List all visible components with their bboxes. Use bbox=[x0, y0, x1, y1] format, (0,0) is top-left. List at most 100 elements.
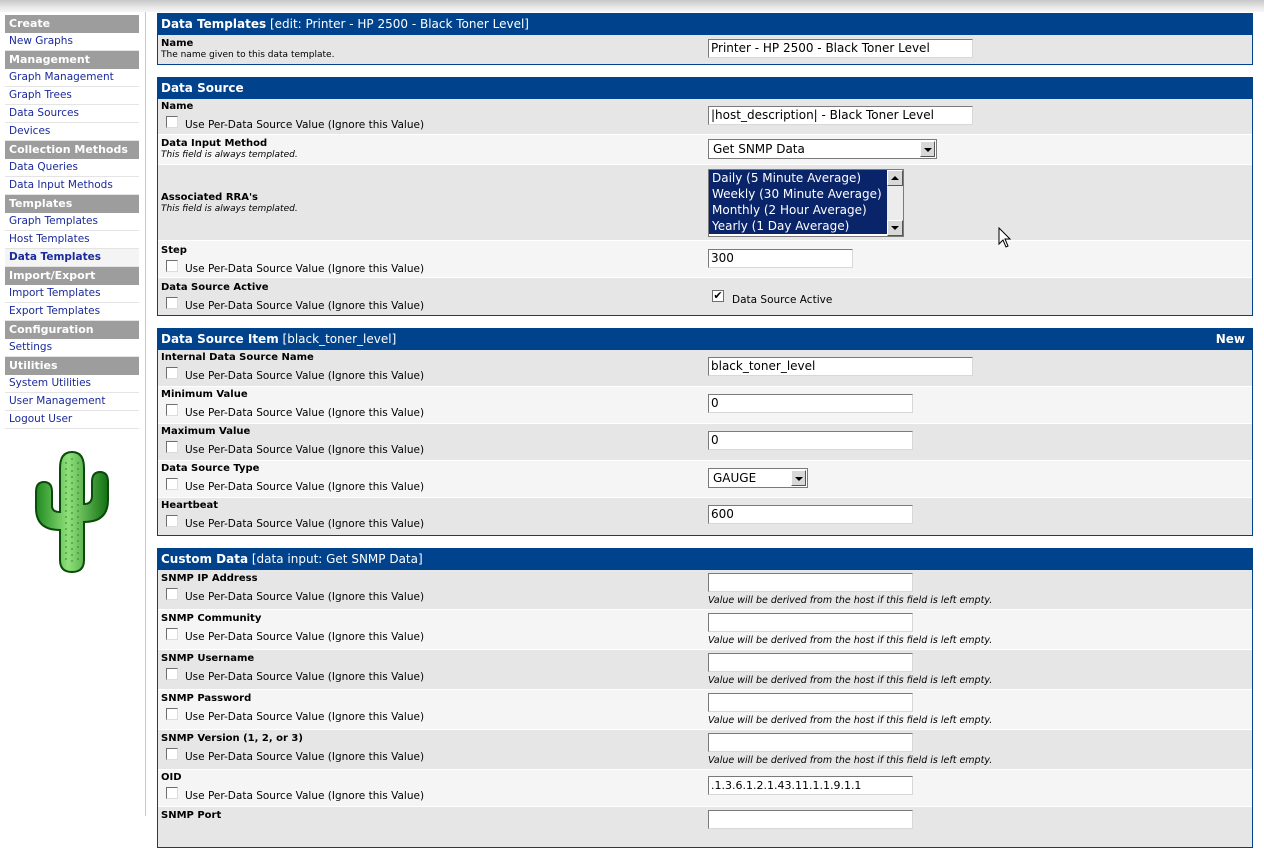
panel-subtitle: [data input: Get SNMP Data] bbox=[251, 552, 423, 566]
form-row: SNMP Password Use Per-Data Source Value … bbox=[158, 690, 1252, 730]
menu-header-utilities: Utilities bbox=[5, 357, 139, 375]
menu-item-new-graphs[interactable]: New Graphs bbox=[5, 33, 139, 51]
checkbox-icon[interactable] bbox=[166, 116, 178, 128]
per-ds-checkbox-label: Use Per-Data Source Value (Ignore this V… bbox=[185, 444, 425, 456]
form-row: Data Input Method This field is always t… bbox=[158, 135, 1252, 165]
panel-header: Data Source bbox=[158, 78, 1252, 99]
checkbox-icon[interactable] bbox=[166, 628, 178, 640]
snmp-ip-address-input[interactable] bbox=[708, 573, 913, 592]
menu-item-settings[interactable]: Settings bbox=[5, 339, 139, 357]
menu-item-graph-management[interactable]: Graph Management bbox=[5, 69, 139, 87]
panel-title: Custom Data bbox=[161, 552, 249, 566]
menu-item-import-templates[interactable]: Import Templates bbox=[5, 285, 139, 303]
associated-rras-listbox[interactable]: Daily (5 Minute Average) Weekly (30 Minu… bbox=[708, 169, 904, 237]
internal-ds-name-input[interactable]: black_toner_level bbox=[708, 357, 973, 376]
checkbox-icon[interactable] bbox=[166, 588, 178, 600]
data-source-panel: Data Source Name Use Per-Data Source Val… bbox=[157, 77, 1253, 316]
snmp-password-input[interactable] bbox=[708, 693, 913, 712]
derived-hint: Value will be derived from the host if t… bbox=[708, 595, 993, 606]
derived-hint: Value will be derived from the host if t… bbox=[708, 715, 993, 726]
snmp-version-input[interactable] bbox=[708, 733, 913, 752]
form-row: SNMP Community Use Per-Data Source Value… bbox=[158, 610, 1252, 650]
dropdown-arrow-icon[interactable] bbox=[791, 470, 806, 486]
template-name-input[interactable]: Printer - HP 2500 - Black Toner Level bbox=[708, 39, 973, 58]
per-ds-checkbox-label: Use Per-Data Source Value (Ignore this V… bbox=[185, 518, 425, 530]
menu-item-system-utilities[interactable]: System Utilities bbox=[5, 375, 139, 393]
snmp-community-input[interactable] bbox=[708, 613, 913, 632]
checkbox-icon[interactable] bbox=[166, 748, 178, 760]
per-ds-checkbox-label: Use Per-Data Source Value (Ignore this V… bbox=[185, 370, 425, 382]
rra-option[interactable]: Monthly (2 Hour Average) bbox=[709, 202, 887, 218]
minimum-value-input[interactable]: 0 bbox=[708, 394, 913, 413]
top-strip bbox=[0, 0, 1264, 12]
menu-item-data-queries[interactable]: Data Queries bbox=[5, 159, 139, 177]
menu-item-data-input-methods[interactable]: Data Input Methods bbox=[5, 177, 139, 195]
form-row: Internal Data Source Name Use Per-Data S… bbox=[158, 350, 1252, 387]
sidebar: Create New Graphs Management Graph Manag… bbox=[0, 12, 146, 816]
rra-option[interactable]: Weekly (30 Minute Average) bbox=[709, 186, 887, 202]
dropdown-arrow-icon[interactable] bbox=[920, 141, 935, 157]
panel-subtitle: [black_toner_level] bbox=[282, 332, 397, 346]
form-row: Name Use Per-Data Source Value (Ignore t… bbox=[158, 99, 1252, 135]
menu-item-devices[interactable]: Devices bbox=[5, 123, 139, 141]
menu-header-management: Management bbox=[5, 51, 139, 69]
field-label: Step bbox=[161, 245, 187, 256]
snmp-username-input[interactable] bbox=[708, 653, 913, 672]
panel-header: Data Templates [edit: Printer - HP 2500 … bbox=[158, 14, 1252, 35]
rra-option[interactable]: Daily (5 Minute Average) bbox=[709, 170, 887, 186]
per-ds-checkbox-label: Use Per-Data Source Value (Ignore this V… bbox=[185, 631, 425, 643]
menu-item-graph-trees[interactable]: Graph Trees bbox=[5, 87, 139, 105]
form-row: SNMP Version (1, 2, or 3) Use Per-Data S… bbox=[158, 730, 1252, 770]
field-label: Name bbox=[161, 38, 194, 49]
field-label: Maximum Value bbox=[161, 426, 251, 437]
data-source-active-checkbox[interactable]: ✔ bbox=[712, 290, 724, 302]
snmp-port-input[interactable] bbox=[708, 810, 913, 829]
form-row: OID Use Per-Data Source Value (Ignore th… bbox=[158, 770, 1252, 807]
menu-header-configuration: Configuration bbox=[5, 321, 139, 339]
field-label: SNMP Version (1, 2, or 3) bbox=[161, 733, 303, 744]
checkbox-icon[interactable] bbox=[166, 708, 178, 720]
checkbox-icon[interactable] bbox=[166, 367, 178, 379]
data-source-type-select[interactable]: GAUGE bbox=[708, 468, 808, 488]
data-source-item-panel: Data Source Item [black_toner_level] New… bbox=[157, 328, 1253, 536]
menu-item-logout-user[interactable]: Logout User bbox=[5, 411, 139, 429]
checkbox-icon[interactable] bbox=[166, 478, 178, 490]
checkbox-icon[interactable] bbox=[166, 404, 178, 416]
menu-item-data-templates[interactable]: Data Templates bbox=[5, 249, 139, 267]
field-description: This field is always templated. bbox=[161, 204, 298, 214]
rra-option[interactable]: Yearly (1 Day Average) bbox=[709, 218, 887, 234]
menu-item-host-templates[interactable]: Host Templates bbox=[5, 231, 139, 249]
menu-item-data-sources[interactable]: Data Sources bbox=[5, 105, 139, 123]
panel-header: Data Source Item [black_toner_level] New bbox=[158, 329, 1252, 350]
per-ds-checkbox-label: Use Per-Data Source Value (Ignore this V… bbox=[185, 263, 425, 275]
maximum-value-input[interactable]: 0 bbox=[708, 431, 913, 450]
checkbox-icon[interactable] bbox=[166, 668, 178, 680]
checkbox-icon[interactable] bbox=[166, 515, 178, 527]
checkbox-icon[interactable] bbox=[166, 297, 178, 309]
menu-item-user-management[interactable]: User Management bbox=[5, 393, 139, 411]
ds-name-input[interactable]: |host_description| - Black Toner Level bbox=[708, 106, 973, 125]
scroll-down-icon[interactable] bbox=[887, 220, 903, 236]
data-input-method-select[interactable]: Get SNMP Data bbox=[708, 139, 937, 159]
field-label: Minimum Value bbox=[161, 389, 248, 400]
menu-item-graph-templates[interactable]: Graph Templates bbox=[5, 213, 139, 231]
form-row: Data Source Active Use Per-Data Source V… bbox=[158, 278, 1252, 315]
checkbox-icon[interactable] bbox=[166, 260, 178, 272]
select-value: GAUGE bbox=[713, 471, 757, 485]
checkbox-icon[interactable] bbox=[166, 441, 178, 453]
heartbeat-input[interactable]: 600 bbox=[708, 505, 913, 524]
step-input[interactable]: 300 bbox=[708, 249, 853, 268]
per-ds-checkbox-label: Use Per-Data Source Value (Ignore this V… bbox=[185, 119, 425, 131]
menu-header-create: Create bbox=[5, 15, 139, 33]
menu-item-export-templates[interactable]: Export Templates bbox=[5, 303, 139, 321]
oid-input[interactable]: .1.3.6.1.2.1.43.11.1.1.9.1.1 bbox=[708, 776, 913, 795]
checkbox-icon[interactable] bbox=[166, 787, 178, 799]
form-row: SNMP IP Address Use Per-Data Source Valu… bbox=[158, 570, 1252, 610]
form-row: Heartbeat Use Per-Data Source Value (Ign… bbox=[158, 498, 1252, 535]
menu-header-collection-methods: Collection Methods bbox=[5, 141, 139, 159]
scroll-up-icon[interactable] bbox=[887, 170, 903, 186]
field-label: OID bbox=[161, 772, 182, 783]
listbox-scrollbar[interactable] bbox=[887, 170, 903, 236]
sidebar-menu: Create New Graphs Management Graph Manag… bbox=[5, 15, 139, 429]
new-link[interactable]: New bbox=[1216, 329, 1245, 350]
